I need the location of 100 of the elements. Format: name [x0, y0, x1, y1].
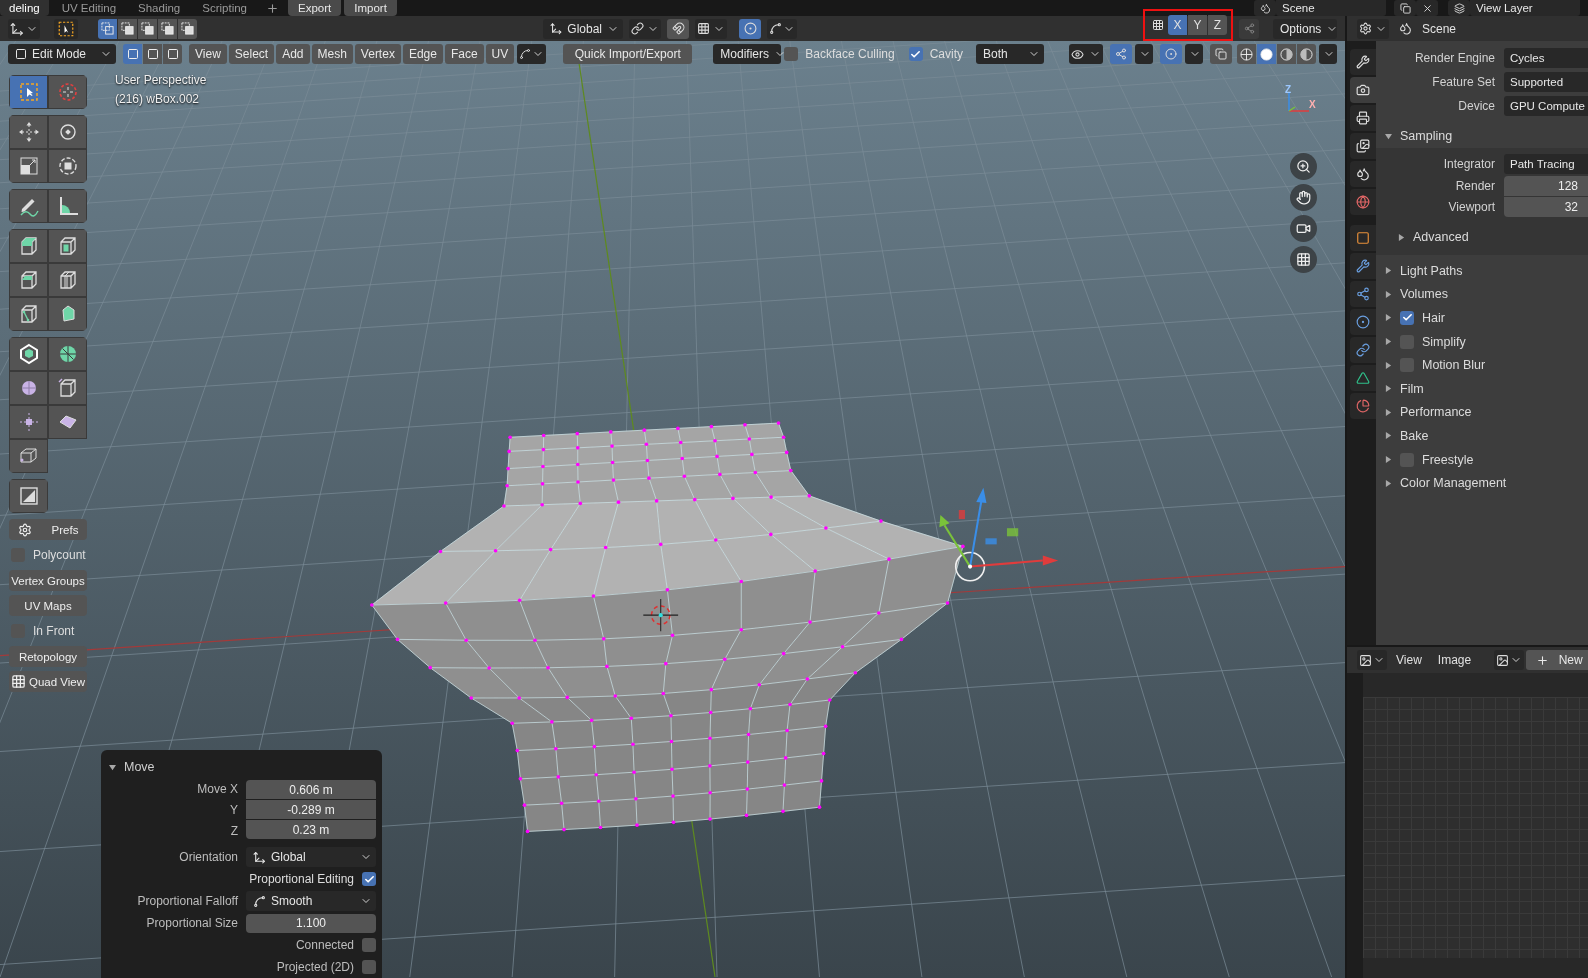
tool-button[interactable] — [48, 149, 87, 183]
workspace-tab[interactable]: Shading — [129, 0, 190, 16]
shading-mode-button[interactable] — [1277, 44, 1296, 64]
tool-button[interactable] — [48, 263, 87, 297]
quick-import-export-button[interactable]: Quick Import/Export — [563, 44, 693, 64]
tool-button[interactable] — [9, 115, 48, 149]
checkbox[interactable] — [362, 938, 376, 952]
select-mode-button[interactable] — [163, 44, 182, 64]
tool-button[interactable] — [48, 297, 87, 331]
tool-button[interactable] — [9, 405, 48, 439]
select-mode-button[interactable] — [143, 44, 162, 64]
proportional-editing-button[interactable] — [739, 18, 761, 39]
modifiers-dropdown[interactable]: Modifiers — [713, 44, 782, 64]
new-image-button[interactable]: New — [1526, 650, 1588, 670]
symmetry-button[interactable] — [1239, 18, 1259, 39]
select-mode-button[interactable] — [123, 44, 142, 64]
selection-mode-button[interactable] — [98, 18, 117, 39]
visibility-dropdown[interactable] — [1069, 44, 1103, 64]
panel-title[interactable]: Motion Blur — [1422, 358, 1486, 373]
tool-button[interactable] — [9, 371, 48, 405]
shading-mode-button[interactable] — [1237, 44, 1256, 64]
selection-mode-button[interactable] — [178, 18, 197, 39]
checkbox[interactable] — [362, 872, 376, 886]
number-field[interactable]: 32 — [1504, 197, 1588, 217]
checkbox[interactable] — [1400, 311, 1414, 325]
menu-button[interactable]: Add — [276, 44, 310, 64]
tool-button[interactable] — [48, 405, 87, 439]
property-tab[interactable] — [1350, 189, 1376, 215]
quad-view-button[interactable]: Quad View — [9, 671, 87, 692]
tool-button[interactable] — [9, 479, 48, 513]
property-tab[interactable] — [1350, 105, 1376, 131]
number-field[interactable]: -0.289 m — [246, 800, 376, 819]
menu-button[interactable]: Mesh — [311, 44, 353, 64]
tool-button[interactable] — [54, 18, 78, 39]
snap-target-dropdown[interactable] — [695, 18, 727, 39]
menu-button[interactable]: View — [189, 44, 227, 64]
selection-mode-button[interactable] — [138, 18, 157, 39]
side-button[interactable]: Retopology — [9, 646, 87, 667]
overlays-button[interactable] — [1160, 44, 1182, 64]
tool-button[interactable] — [9, 229, 48, 263]
panel-title[interactable]: Bake — [1400, 428, 1429, 443]
tool-button[interactable] — [9, 149, 48, 183]
editor-type-button[interactable] — [1357, 650, 1387, 670]
orientation-dropdown[interactable]: Global — [543, 18, 623, 39]
curve-dropdown[interactable] — [517, 44, 547, 64]
falloff-dropdown[interactable]: Smooth — [246, 891, 376, 911]
tool-button[interactable] — [9, 189, 48, 223]
workspace-tab[interactable]: UV Editing — [52, 0, 126, 16]
menu-button[interactable]: Edge — [402, 44, 443, 64]
add-workspace-icon[interactable] — [266, 1, 279, 15]
mode-dropdown[interactable]: Edit Mode — [8, 44, 116, 64]
xray-button[interactable] — [1210, 44, 1232, 64]
property-tab[interactable] — [1350, 225, 1376, 251]
prefs-button[interactable]: Prefs — [9, 519, 87, 540]
panel-title[interactable]: Freestyle — [1422, 452, 1474, 467]
shading-mode-button[interactable] — [1257, 44, 1276, 64]
panel-title[interactable]: Performance — [1400, 405, 1472, 420]
panel-title[interactable]: Simplify — [1422, 334, 1466, 349]
shading-dropdown[interactable] — [1319, 44, 1337, 64]
side-button[interactable]: UV Maps — [9, 595, 87, 616]
menu-item[interactable]: Image — [1430, 653, 1479, 667]
property-tab[interactable] — [1350, 77, 1376, 103]
panel-title[interactable]: Film — [1400, 381, 1424, 396]
editor-type-button[interactable] — [8, 18, 40, 39]
overlays-dropdown[interactable] — [1185, 44, 1203, 64]
orientation-dropdown[interactable]: Global — [246, 847, 376, 867]
gizmo-dropdown[interactable] — [1135, 44, 1153, 64]
property-tab[interactable] — [1350, 161, 1376, 187]
number-field[interactable]: 128 — [1504, 176, 1588, 196]
property-tab[interactable] — [1350, 253, 1376, 279]
panel-title[interactable]: Volumes — [1400, 287, 1448, 302]
snap-button[interactable] — [667, 18, 689, 39]
number-field[interactable]: 0.23 m — [246, 820, 376, 839]
tool-button[interactable] — [9, 263, 48, 297]
panel-title[interactable]: Advanced — [1413, 230, 1469, 244]
duplicate-button[interactable] — [1394, 0, 1416, 16]
panel-title[interactable]: Hair — [1422, 311, 1445, 325]
tool-button[interactable] — [48, 229, 87, 263]
tool-button[interactable] — [48, 371, 87, 405]
property-tab[interactable] — [1350, 133, 1376, 159]
tool-button[interactable] — [9, 297, 48, 331]
shading-mode-button[interactable] — [1297, 44, 1316, 64]
close-button[interactable] — [1416, 0, 1438, 16]
side-button[interactable]: Vertex Groups — [9, 570, 87, 591]
menu-item[interactable]: View — [1389, 653, 1429, 667]
selection-mode-button[interactable] — [118, 18, 137, 39]
view-layer-field[interactable]: View Layer — [1470, 0, 1580, 16]
editor-type-button[interactable] — [1357, 18, 1389, 39]
property-tab[interactable] — [1350, 281, 1376, 307]
property-tab[interactable] — [1350, 49, 1376, 75]
addon-button[interactable]: Export — [288, 0, 342, 16]
menu-button[interactable]: Select — [228, 44, 275, 64]
menu-button[interactable]: Vertex — [354, 44, 401, 64]
property-tab[interactable] — [1350, 365, 1376, 391]
panel-title[interactable]: Color Management — [1400, 476, 1507, 491]
pivot-dropdown[interactable] — [629, 18, 661, 39]
dropdown-field[interactable]: Cycles — [1504, 48, 1588, 68]
menu-button[interactable]: Face — [444, 44, 484, 64]
menu-button[interactable]: UV — [485, 44, 515, 64]
panel-title[interactable]: Light Paths — [1400, 263, 1463, 278]
